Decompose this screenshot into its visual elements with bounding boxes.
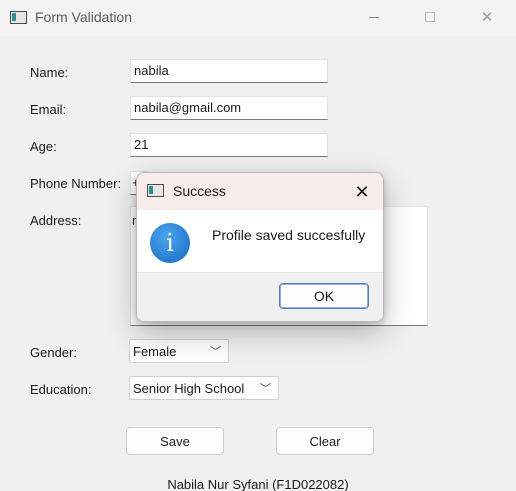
age-label: Age:: [30, 139, 57, 154]
dialog-footer: OK: [137, 272, 383, 321]
maximize-icon: [425, 12, 435, 22]
dialog-title: Success: [173, 183, 226, 199]
save-button[interactable]: Save: [126, 427, 224, 455]
title-bar: Form Validation ✕: [0, 0, 516, 36]
name-label: Name:: [30, 65, 69, 80]
dialog-body: i Profile saved succesfully: [137, 210, 383, 272]
minimize-button[interactable]: [351, 0, 397, 34]
close-icon: ✕: [480, 9, 494, 26]
chevron-down-icon: ﹀: [260, 383, 271, 395]
chevron-down-icon: ﹀: [210, 346, 221, 358]
age-input[interactable]: 21: [130, 133, 328, 157]
email-label: Email:: [30, 102, 67, 117]
minimize-icon: [369, 16, 379, 18]
dialog-title-bar: Success ✕: [137, 173, 383, 210]
maximize-button[interactable]: [407, 0, 453, 34]
dialog-message: Profile saved succesfully: [212, 227, 366, 243]
dialog-close-button[interactable]: ✕: [349, 179, 375, 205]
window-title: Form Validation: [35, 9, 133, 25]
app-window-icon: [10, 11, 27, 24]
gender-label: Gender:: [30, 345, 77, 360]
close-button[interactable]: ✕: [464, 0, 510, 34]
gender-select[interactable]: Female ﹀: [129, 339, 229, 363]
name-input[interactable]: nabila: [130, 59, 328, 83]
close-icon: ✕: [354, 181, 370, 202]
ok-button[interactable]: OK: [279, 283, 369, 309]
app-window-icon: [147, 184, 164, 197]
info-icon: i: [150, 223, 190, 263]
education-select[interactable]: Senior High School ﹀: [129, 376, 279, 400]
clear-button[interactable]: Clear: [276, 427, 374, 455]
gender-selected: Female: [133, 344, 177, 359]
address-label: Address:: [30, 213, 82, 228]
education-selected: Senior High School: [133, 381, 245, 396]
email-input[interactable]: nabila@gmail.com: [130, 96, 328, 120]
education-label: Education:: [30, 382, 92, 397]
phone-label: Phone Number:: [30, 176, 122, 191]
footer-credit: Nabila Nur Syfani (F1D022082): [167, 477, 349, 491]
success-dialog: Success ✕ i Profile saved succesfully OK: [136, 172, 384, 322]
